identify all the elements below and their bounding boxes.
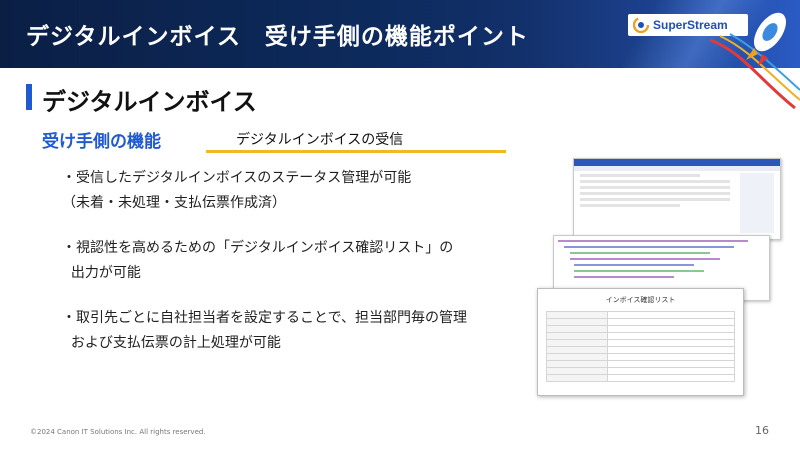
section-title: デジタルインボイス: [42, 88, 257, 116]
confirm-list-title: インボイス確認リスト: [605, 296, 676, 304]
confirm-list-table: [546, 311, 735, 382]
section-accent-bar: [26, 84, 32, 110]
subheading-underline: [206, 150, 506, 153]
subheading-label: 受け手側の機能: [42, 132, 161, 152]
header-banner: デジタルインボイス 受け手側の機能ポイント SuperStream: [0, 0, 800, 68]
rocket-mascot-icon: [746, 12, 786, 66]
bullet-list: ・受信したデジタルインボイスのステータス管理が可能 （未着・未処理・支払伝票作成…: [62, 166, 532, 376]
subheading-text: デジタルインボイスの受信: [236, 132, 404, 148]
bullet-status-management: ・受信したデジタルインボイスのステータス管理が可能 （未着・未処理・支払伝票作成…: [62, 170, 412, 211]
bullet-confirm-list: ・視認性を高めるための「デジタルインボイス確認リスト」の 出力が可能: [62, 240, 454, 281]
bullet-department-management: ・取引先ごとに自社担当者を設定することで、担当部門毎の管理 および支払伝票の計上…: [62, 310, 468, 351]
system-screen-image: [573, 158, 781, 240]
slide-title: デジタルインボイス 受け手側の機能ポイント: [26, 24, 529, 50]
page-number: 16: [755, 424, 769, 437]
invoice-confirm-list-image: インボイス確認リスト: [537, 288, 744, 396]
logo-mark-icon: [633, 17, 649, 33]
copyright-text: ©2024 Canon IT Solutions Inc. All rights…: [30, 428, 206, 436]
